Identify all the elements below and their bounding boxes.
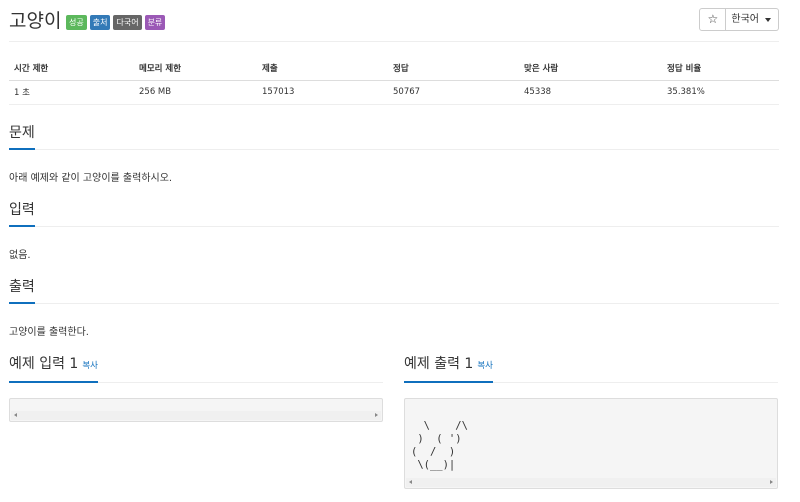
sample-output-box[interactable]: \ /\ ) ( ') ( / ) \(__)| (404, 398, 778, 489)
badge-list: 성공 출처 다국어 분류 (66, 15, 166, 30)
header-submissions: 제출 (257, 56, 388, 81)
sample-output-content: \ /\ ) ( ') ( / ) \(__)| (411, 420, 468, 471)
sample-input-title-text: 예제 입력 1 (9, 356, 79, 372)
cell-submissions[interactable]: 157013 (257, 80, 388, 105)
scroll-right-icon[interactable] (375, 413, 378, 417)
problem-header: 고양이 성공 출처 다국어 분류 ☆ 한국어 (9, 8, 779, 42)
section-problem-header: 문제 (9, 123, 779, 150)
problem-title: 고양이 (9, 10, 62, 32)
sample-output-header: 예제 출력 1 복사 (404, 354, 778, 383)
badge-category[interactable]: 분류 (144, 15, 166, 30)
star-icon[interactable]: ☆ (699, 8, 727, 31)
header-time-limit: 시간 제한 (9, 56, 134, 81)
cell-ratio: 35.381% (662, 80, 779, 105)
section-problem-title: 문제 (9, 123, 35, 150)
language-dropdown[interactable]: 한국어 (726, 8, 779, 31)
badge-multilang[interactable]: 다국어 (113, 15, 142, 30)
section-problem-text: 아래 예제와 같이 고양이를 출력하시오. (9, 173, 173, 184)
language-label: 한국어 (731, 14, 759, 25)
badge-source[interactable]: 출처 (89, 15, 111, 30)
section-output-header: 출력 (9, 277, 779, 304)
sample-output-title-text: 예제 출력 1 (404, 356, 474, 372)
sample-input-box[interactable] (9, 398, 383, 422)
header-solved-users: 맞은 사람 (519, 56, 662, 81)
header-ratio: 정답 비율 (662, 56, 779, 81)
scroll-left-icon[interactable] (14, 413, 17, 417)
section-output-title: 출력 (9, 277, 35, 304)
sample-input-header: 예제 입력 1 복사 (9, 354, 383, 383)
cell-solved-users[interactable]: 45338 (519, 80, 662, 105)
section-input-title: 입력 (9, 200, 35, 227)
sample-output-title: 예제 출력 1 복사 (404, 354, 493, 383)
problem-info-table: 시간 제한 메모리 제한 제출 정답 맞은 사람 정답 비율 1 초 256 M… (9, 56, 779, 105)
table-row: 1 초 256 MB 157013 50767 45338 35.381% (9, 80, 779, 105)
cell-time-limit: 1 초 (9, 80, 134, 105)
scroll-left-icon[interactable] (409, 480, 412, 484)
copy-output-button[interactable]: 복사 (477, 361, 493, 371)
header-accepted: 정답 (388, 56, 519, 81)
copy-input-button[interactable]: 복사 (82, 361, 98, 371)
horizontal-scrollbar[interactable] (406, 478, 776, 487)
scroll-right-icon[interactable] (770, 480, 773, 484)
header-tools: ☆ 한국어 (699, 8, 779, 31)
badge-success[interactable]: 성공 (66, 15, 87, 30)
horizontal-scrollbar[interactable] (11, 411, 381, 420)
cell-memory-limit: 256 MB (134, 80, 257, 105)
cell-accepted[interactable]: 50767 (388, 80, 519, 105)
chevron-down-icon (765, 17, 771, 22)
header-memory-limit: 메모리 제한 (134, 56, 257, 81)
section-output-text: 고양이를 출력한다. (9, 327, 89, 338)
section-input-header: 입력 (9, 200, 779, 227)
table-header-row: 시간 제한 메모리 제한 제출 정답 맞은 사람 정답 비율 (9, 56, 779, 81)
sample-input-title: 예제 입력 1 복사 (9, 354, 98, 383)
section-input-text: 없음. (9, 250, 31, 261)
